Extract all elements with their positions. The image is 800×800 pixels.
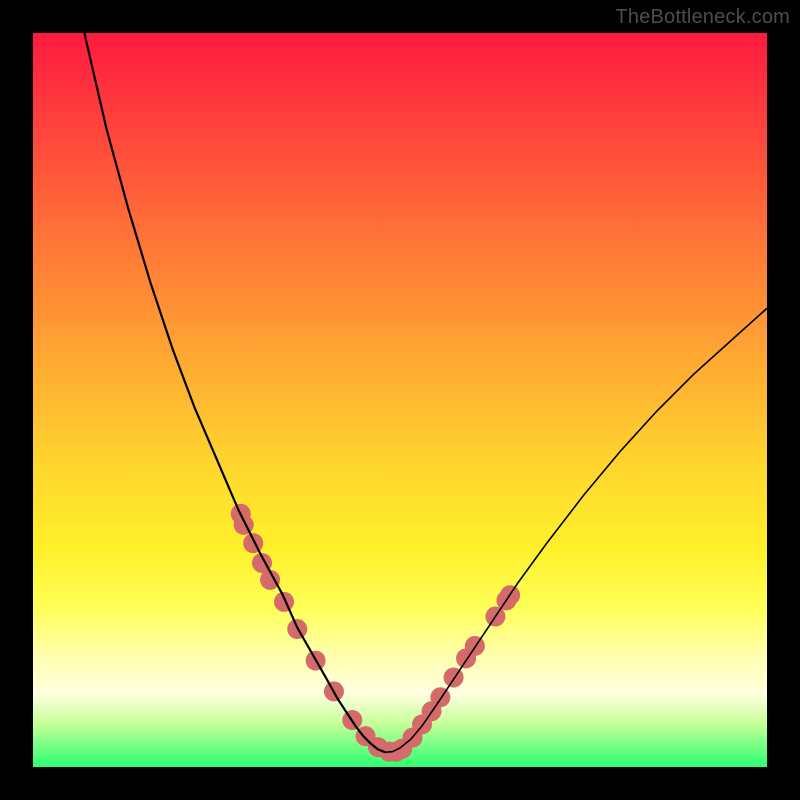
scatter-point <box>465 636 485 656</box>
scatter-point <box>243 533 263 553</box>
chart-svg <box>33 33 767 767</box>
scatter-point <box>274 592 294 612</box>
scatter-markers <box>231 504 520 762</box>
scatter-point <box>430 687 450 707</box>
plot-area <box>33 33 767 767</box>
scatter-point <box>444 667 464 687</box>
chart-frame: TheBottleneck.com <box>0 0 800 800</box>
left-curve <box>84 33 385 752</box>
scatter-point <box>234 515 254 535</box>
watermark-text: TheBottleneck.com <box>615 6 790 29</box>
right-curve <box>385 308 767 752</box>
